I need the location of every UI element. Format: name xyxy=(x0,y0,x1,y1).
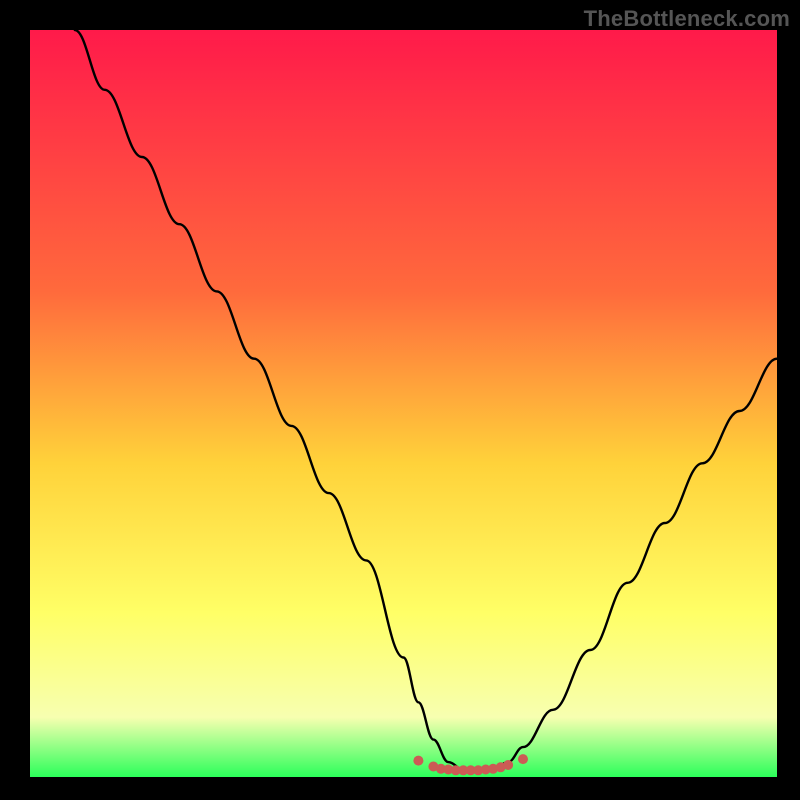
plot-area xyxy=(30,30,777,777)
gradient-background xyxy=(30,30,777,777)
marker-dot xyxy=(413,756,423,766)
marker-dot xyxy=(503,760,513,770)
bottleneck-chart xyxy=(30,30,777,777)
marker-dot xyxy=(518,754,528,764)
watermark-text: TheBottleneck.com xyxy=(584,6,790,32)
chart-container: TheBottleneck.com xyxy=(0,0,800,800)
